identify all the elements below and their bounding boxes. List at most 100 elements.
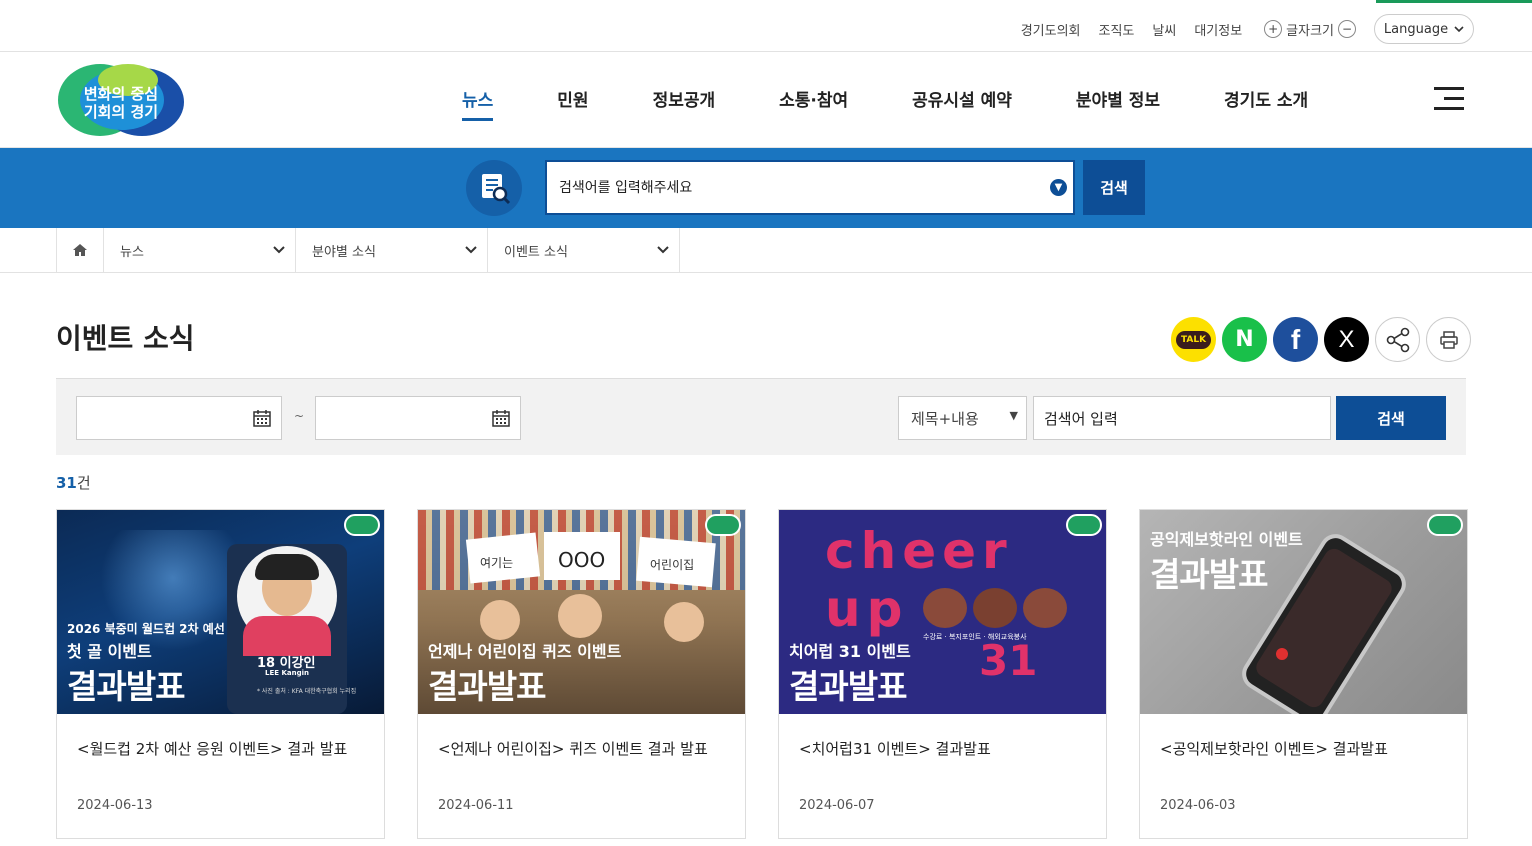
utility-links: 경기도의회 조직도 날씨 대기정보 + 글자크기 − Language bbox=[1003, 14, 1474, 44]
thumbnail-headline: 치어럽 31 이벤트 bbox=[789, 642, 911, 661]
sign-text-3: 어린이집 bbox=[650, 558, 695, 572]
page-title: 이벤트 소식 bbox=[56, 322, 195, 355]
chevron-down-icon bbox=[657, 246, 669, 254]
event-card[interactable]: 2026 북중미 월드컵 2차 예선 첫 골 이벤트 결과발표 18 이강인 L… bbox=[56, 509, 385, 839]
home-icon[interactable] bbox=[56, 228, 104, 272]
breadcrumb-level1-label: 뉴스 bbox=[120, 244, 144, 260]
result-count: 31건 bbox=[56, 472, 91, 493]
gyeonggi-badge-icon bbox=[1066, 514, 1102, 536]
font-increase-button[interactable]: + bbox=[1264, 20, 1283, 38]
card-title[interactable]: <월드컵 2차 예산 응원 이벤트> 결과 발표 bbox=[77, 738, 347, 759]
language-button[interactable]: Language bbox=[1374, 14, 1474, 44]
calendar-icon[interactable] bbox=[253, 409, 271, 427]
breadcrumb-level2[interactable]: 분야별 소식 bbox=[296, 228, 488, 272]
kakao-talk-icon: TALK bbox=[1175, 330, 1212, 349]
event-thumbnail[interactable]: cheer up 31 수강료 · 복지포인트 · 해외교육봉사 치어럽 31 … bbox=[779, 510, 1106, 714]
menu-icon[interactable] bbox=[1434, 87, 1464, 117]
chevron-down-icon: ▼ bbox=[1009, 409, 1018, 422]
facebook-icon: f bbox=[1290, 323, 1301, 355]
font-decrease-button[interactable]: − bbox=[1338, 20, 1356, 38]
event-card[interactable]: cheer up 31 수강료 · 복지포인트 · 해외교육봉사 치어럽 31 … bbox=[778, 509, 1107, 839]
thumbnail-headline: 공익제보핫라인 이벤트 bbox=[1150, 530, 1303, 549]
naver-share-button[interactable]: N bbox=[1222, 317, 1267, 362]
font-size-label: 글자크기 bbox=[1286, 23, 1334, 39]
result-count-number: 31 bbox=[56, 474, 77, 492]
gyeonggi-badge-icon bbox=[1427, 514, 1463, 536]
thumbnail-subtitle: 2026 북중미 월드컵 2차 예선 bbox=[67, 622, 225, 636]
search-type-value: 제목+내용 bbox=[911, 409, 979, 428]
nav-info-disclosure[interactable]: 정보공개 bbox=[653, 86, 716, 111]
sign-text-1: 여기는 bbox=[480, 556, 514, 570]
share-icon bbox=[1386, 327, 1409, 352]
nav-field-info[interactable]: 분야별 정보 bbox=[1076, 86, 1160, 111]
player-name-en: LEE Kangin bbox=[265, 669, 309, 677]
main-header: 변화의 중심 기회의 경기 뉴스 민원 정보공개 소통·참여 공유시설 예약 분… bbox=[0, 52, 1532, 148]
filter-search-button[interactable]: 검색 bbox=[1336, 396, 1446, 440]
nav-facility-reservation[interactable]: 공유시설 예약 bbox=[912, 86, 1012, 111]
page-header: 이벤트 소식 TALK N f X bbox=[0, 273, 1532, 379]
link-weather[interactable]: 날씨 bbox=[1152, 20, 1176, 39]
document-search-icon bbox=[466, 160, 522, 216]
naver-icon: N bbox=[1235, 327, 1254, 352]
calendar-icon[interactable] bbox=[492, 409, 510, 427]
x-share-button[interactable]: X bbox=[1324, 317, 1369, 362]
logo-line1: 변화의 중심 bbox=[84, 85, 158, 103]
kakaotalk-share-button[interactable]: TALK bbox=[1171, 317, 1216, 362]
chevron-down-icon bbox=[465, 246, 477, 254]
nav-about[interactable]: 경기도 소개 bbox=[1224, 86, 1308, 111]
thumbnail-result-text: 결과발표 bbox=[1150, 555, 1268, 594]
card-title[interactable]: <공익제보핫라인 이벤트> 결과발표 bbox=[1160, 738, 1388, 759]
prize-labels: 수강료 · 복지포인트 · 해외교육봉사 bbox=[923, 633, 1027, 641]
share-buttons: TALK N f X bbox=[1171, 317, 1471, 362]
site-search-button[interactable]: 검색 bbox=[1083, 160, 1145, 215]
photo-credit: * 사진 출처 : KFA 대한축구협회 누리집 bbox=[257, 688, 357, 695]
card-title[interactable]: <언제나 어린이집> 퀴즈 이벤트 결과 발표 bbox=[438, 738, 708, 759]
sign-text-2: OOO bbox=[558, 548, 606, 572]
breadcrumb-level3-label: 이벤트 소식 bbox=[504, 244, 568, 260]
search-type-select[interactable]: 제목+내용 ▼ bbox=[898, 396, 1027, 440]
event-card[interactable]: 공익제보핫라인 이벤트 결과발표 <공익제보핫라인 이벤트> 결과발표 2024… bbox=[1139, 509, 1468, 839]
number-31-text: 31 bbox=[979, 636, 1038, 685]
nav-news[interactable]: 뉴스 bbox=[462, 86, 494, 121]
result-count-unit: 건 bbox=[76, 474, 91, 492]
print-button[interactable] bbox=[1426, 317, 1471, 362]
link-council[interactable]: 경기도의회 bbox=[1021, 20, 1081, 39]
chevron-down-icon[interactable]: ▼ bbox=[1050, 179, 1067, 196]
card-date: 2024-06-11 bbox=[438, 798, 514, 813]
thumbnail-result-text: 결과발표 bbox=[789, 667, 907, 706]
start-date-input[interactable] bbox=[76, 396, 282, 440]
breadcrumb-level2-label: 분야별 소식 bbox=[312, 244, 376, 260]
font-size-control: + 글자크기 − bbox=[1260, 20, 1360, 39]
link-air-quality[interactable]: 대기정보 bbox=[1194, 20, 1242, 39]
nav-participation[interactable]: 소통·참여 bbox=[779, 86, 848, 111]
event-card[interactable]: 여기는 OOO 어린이집 언제나 어린이집 퀴즈 이벤트 결과발표 <언제나 어… bbox=[417, 509, 746, 839]
search-band: ▼ 검색 bbox=[0, 148, 1532, 228]
breadcrumb: 뉴스 분야별 소식 이벤트 소식 bbox=[0, 228, 1532, 273]
card-date: 2024-06-13 bbox=[77, 798, 153, 813]
keyword-input[interactable]: 검색어 입력 bbox=[1033, 396, 1331, 440]
gyeonggi-logo[interactable]: 변화의 중심 기회의 경기 bbox=[58, 62, 184, 138]
site-search-box: ▼ bbox=[545, 160, 1075, 215]
facebook-share-button[interactable]: f bbox=[1273, 317, 1318, 362]
cheer-up-text: cheer up bbox=[825, 522, 1013, 638]
site-search-input[interactable] bbox=[547, 162, 1027, 213]
logo-line2: 기회의 경기 bbox=[84, 103, 158, 121]
nav-civil-service[interactable]: 민원 bbox=[557, 86, 588, 111]
card-date: 2024-06-03 bbox=[1160, 798, 1236, 813]
x-icon: X bbox=[1338, 325, 1355, 353]
end-date-input[interactable] bbox=[315, 396, 521, 440]
card-date: 2024-06-07 bbox=[799, 798, 875, 813]
language-label: Language bbox=[1383, 21, 1449, 37]
share-button[interactable] bbox=[1375, 317, 1420, 362]
link-org-chart[interactable]: 조직도 bbox=[1099, 20, 1135, 39]
event-thumbnail[interactable]: 2026 북중미 월드컵 2차 예선 첫 골 이벤트 결과발표 18 이강인 L… bbox=[57, 510, 384, 714]
thumbnail-result-text: 결과발표 bbox=[67, 667, 185, 706]
breadcrumb-level1[interactable]: 뉴스 bbox=[104, 228, 296, 272]
event-thumbnail[interactable]: 여기는 OOO 어린이집 언제나 어린이집 퀴즈 이벤트 결과발표 bbox=[418, 510, 745, 714]
breadcrumb-level3[interactable]: 이벤트 소식 bbox=[488, 228, 680, 272]
card-title[interactable]: <치어럽31 이벤트> 결과발표 bbox=[799, 738, 991, 759]
chevron-down-icon bbox=[1454, 25, 1464, 32]
thumbnail-result-text: 결과발표 bbox=[428, 667, 546, 706]
event-thumbnail[interactable]: 공익제보핫라인 이벤트 결과발표 bbox=[1140, 510, 1467, 714]
search-filter: ~ 제목+내용 ▼ 검색어 입력 검색 bbox=[56, 378, 1466, 455]
